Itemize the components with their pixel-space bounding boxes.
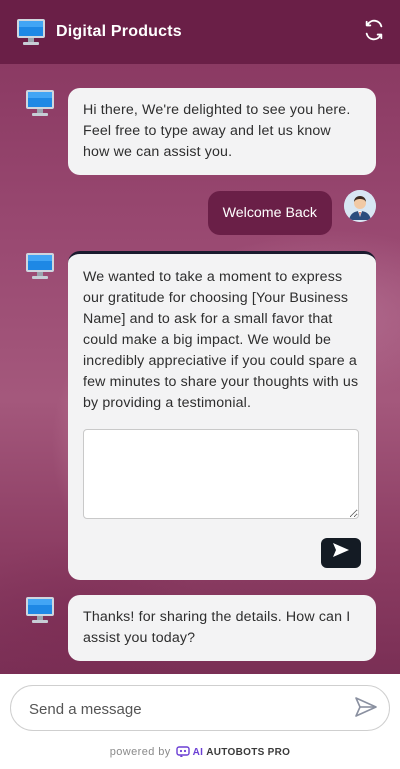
autobots-logo[interactable]: AI AUTOBOTS PRO	[175, 745, 291, 760]
testimonial-textarea[interactable]	[83, 429, 359, 519]
message-input[interactable]	[27, 686, 351, 732]
chat-widget: Digital Products Hi there, We're delight…	[0, 0, 400, 769]
user-message-bubble: Welcome Back	[207, 191, 332, 235]
bot-avatar-icon	[24, 88, 56, 118]
brand-name-text: AUTOBOTS PRO	[206, 746, 291, 758]
send-icon	[354, 696, 378, 723]
bot-message-bubble: Hi there, We're delighted to see you her…	[68, 88, 376, 175]
robot-icon	[175, 745, 190, 760]
refresh-icon	[363, 19, 385, 46]
user-avatar-icon	[344, 190, 376, 222]
chat-messages[interactable]: Hi there, We're delighted to see you her…	[0, 64, 400, 674]
chat-title: Digital Products	[56, 23, 182, 40]
monitor-icon	[16, 17, 46, 47]
powered-by: powered by AI AUTOBOTS PRO	[0, 744, 400, 760]
bot-message-text: Thanks! for sharing the details. How can…	[83, 609, 351, 646]
bot-message-text: Hi there, We're delighted to see you her…	[83, 102, 351, 160]
send-icon	[332, 542, 350, 565]
bot-avatar-icon	[24, 251, 56, 281]
bot-avatar-icon	[24, 595, 56, 625]
brand-ai-text: AI	[192, 746, 204, 758]
chat-header: Digital Products	[0, 0, 400, 64]
chat-footer: powered by AI AUTOBOTS PRO	[0, 674, 400, 769]
send-message-button[interactable]	[353, 696, 379, 722]
bot-message-bubble: Thanks! for sharing the details. How can…	[68, 595, 376, 661]
submit-testimonial-button[interactable]	[321, 538, 361, 568]
testimonial-request-bubble: We wanted to take a moment to express ou…	[68, 251, 376, 580]
refresh-button[interactable]	[362, 19, 386, 46]
user-message-text: Welcome Back	[222, 205, 317, 221]
powered-by-label: powered by	[109, 746, 171, 758]
message-composer	[10, 685, 390, 732]
bot-message-text: We wanted to take a moment to express ou…	[83, 269, 359, 411]
